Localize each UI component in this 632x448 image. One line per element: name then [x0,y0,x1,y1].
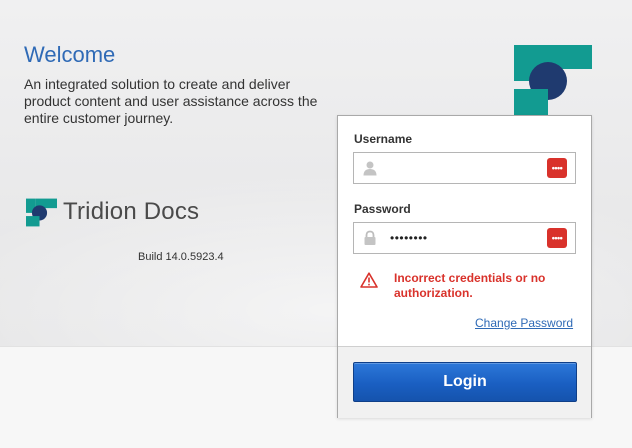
brand-block: Tridion Docs [26,197,246,229]
password-label: Password [354,202,411,216]
password-manager-icon[interactable]: •••• [547,228,567,248]
password-manager-icon[interactable]: •••• [547,158,567,178]
build-version: Build 14.0.5923.4 [138,251,224,263]
change-password-link[interactable]: Change Password [475,316,573,330]
warning-triangle-icon [360,272,378,288]
login-panel: Username •••• Password •••••••• •••• Inc… [337,115,592,418]
user-icon [363,161,377,176]
tridion-logo-icon [26,198,57,227]
welcome-title: Welcome [24,42,116,67]
username-label: Username [354,132,413,146]
product-name: Tridion Docs [63,198,200,225]
password-field[interactable]: •••••••• •••• [353,222,576,254]
error-message: Incorrect credentials or no authorizatio… [394,271,546,300]
lock-icon [364,230,376,245]
intro-description: An integrated solution to create and del… [24,76,318,126]
password-value: •••••••• [390,231,428,245]
tridion-logo-icon [514,45,592,115]
username-field[interactable]: •••• [353,152,576,184]
login-button[interactable]: Login [353,362,577,402]
